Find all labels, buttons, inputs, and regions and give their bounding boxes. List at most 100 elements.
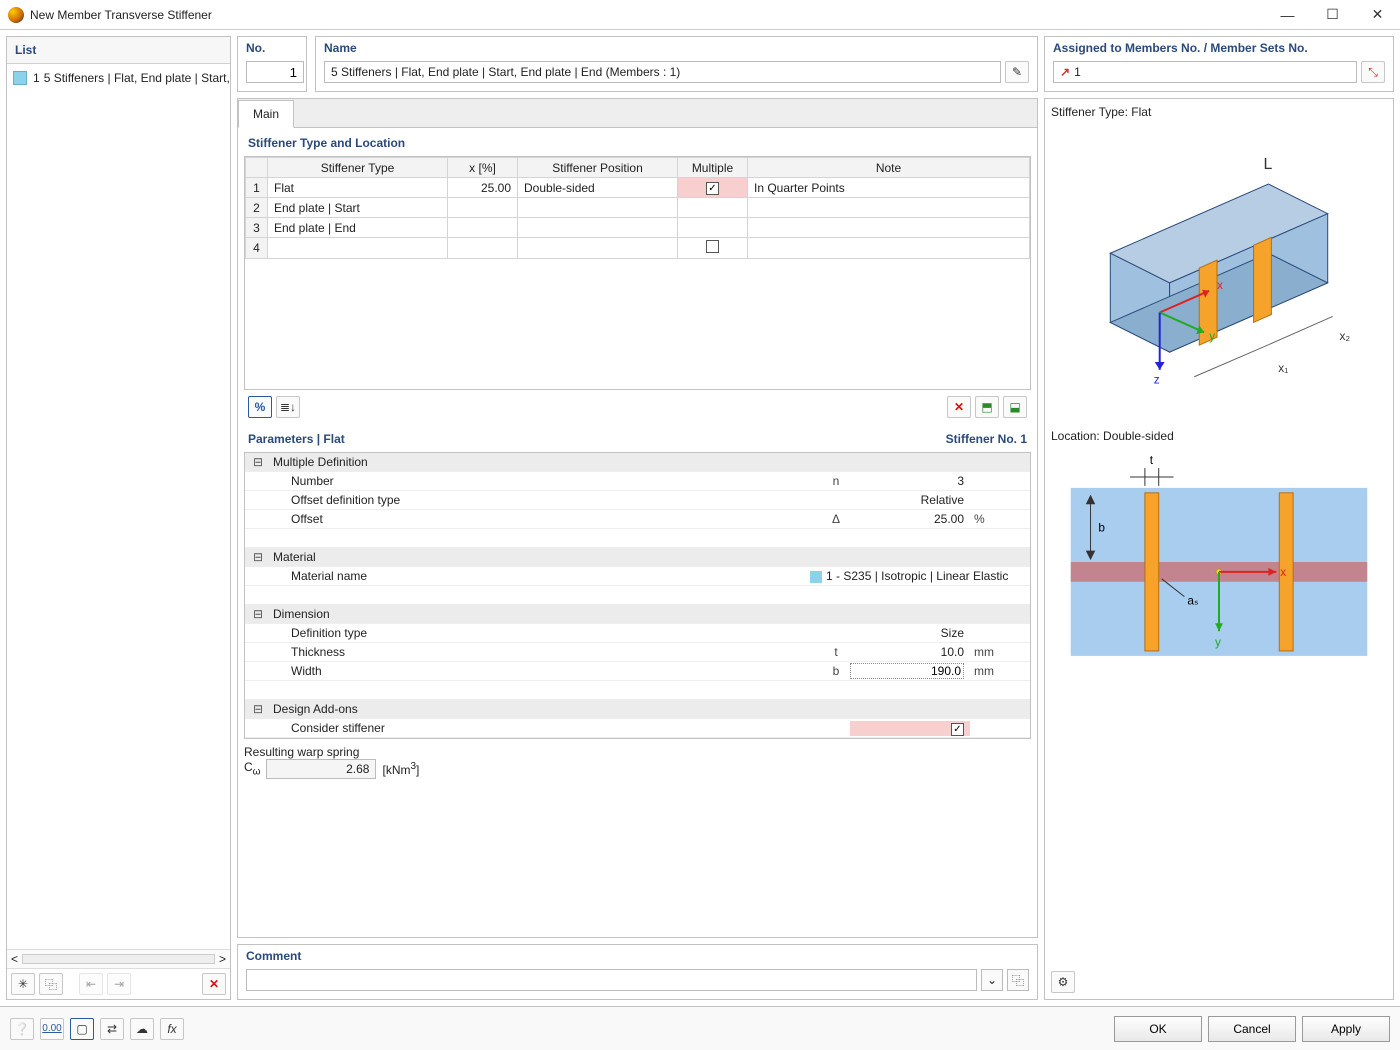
list-hscroll[interactable]: < > <box>7 949 230 968</box>
cell-multiple[interactable] <box>678 178 748 198</box>
collapse-icon[interactable]: ⊟ <box>247 607 269 621</box>
group-multiple[interactable]: ⊟Multiple Definition <box>245 453 1030 472</box>
tab-main[interactable]: Main <box>238 100 294 128</box>
list-body[interactable]: 1 5 Stiffeners | Flat, End plate | Start… <box>7 64 230 949</box>
group-label: Material <box>269 550 822 564</box>
cell-xpct[interactable]: 25.00 <box>448 178 518 198</box>
warp-block: Resulting warp spring Cω 2.68 [kNm3] <box>244 739 1031 779</box>
group-label: Multiple Definition <box>269 455 822 469</box>
window-title: New Member Transverse Stiffener <box>30 8 212 22</box>
shift-right-button[interactable]: ⇥ <box>107 973 131 995</box>
comment-dropdown-button[interactable]: ⌄ <box>981 969 1003 991</box>
scroll-right-icon[interactable]: > <box>219 952 226 966</box>
no-input[interactable] <box>246 61 304 83</box>
minimize-button[interactable]: — <box>1265 0 1310 30</box>
cell-xpct[interactable] <box>448 198 518 218</box>
param-deftype[interactable]: Definition typeSize <box>245 624 1030 643</box>
cancel-button[interactable]: Cancel <box>1208 1016 1296 1042</box>
param-thickness[interactable]: Thicknesst10.0mm <box>245 643 1030 662</box>
checkbox-icon[interactable] <box>706 182 719 195</box>
sort-button[interactable]: ≣↓ <box>276 396 300 418</box>
percent-mode-button[interactable]: % <box>248 396 272 418</box>
collapse-icon[interactable]: ⊟ <box>247 702 269 716</box>
cell-position[interactable]: Double-sided <box>518 178 678 198</box>
units-button[interactable]: 0.00 <box>40 1018 64 1040</box>
comment-pick-button[interactable]: ⿻ <box>1007 969 1029 991</box>
table-row[interactable]: 1 Flat 25.00 Double-sided In Quarter Poi… <box>246 178 1030 198</box>
apply-button[interactable]: Apply <box>1302 1016 1390 1042</box>
cell-type[interactable]: End plate | End <box>268 218 448 238</box>
param-value[interactable]: 10.0 <box>850 645 970 659</box>
cell-note[interactable] <box>748 238 1030 259</box>
preview-settings-button[interactable]: ⚙ <box>1051 971 1075 993</box>
table-row[interactable]: 4 <box>246 238 1030 259</box>
param-value[interactable]: 3 <box>850 474 970 488</box>
new-item-button[interactable]: ✳ <box>11 973 35 995</box>
list-item[interactable]: 1 5 Stiffeners | Flat, End plate | Start… <box>7 68 230 88</box>
import-excel-button[interactable]: ⬒ <box>975 396 999 418</box>
preview-iso: x y z L x₁ x₂ <box>1051 123 1387 423</box>
group-addons[interactable]: ⊟Design Add-ons <box>245 700 1030 719</box>
width-input[interactable] <box>850 663 964 679</box>
cell-multiple[interactable] <box>678 198 748 218</box>
param-value[interactable] <box>850 663 970 679</box>
cell-xpct[interactable] <box>448 238 518 259</box>
delete-item-button[interactable]: ✕ <box>202 973 226 995</box>
param-value[interactable]: 1 - S235 | Isotropic | Linear Elastic <box>810 569 1030 583</box>
delete-row-button[interactable]: ✕ <box>947 396 971 418</box>
table-row[interactable]: 2 End plate | Start <box>246 198 1030 218</box>
view-members-button[interactable]: ⇄ <box>100 1018 124 1040</box>
param-value[interactable] <box>850 721 970 736</box>
param-material-name[interactable]: Material name1 - S235 | Isotropic | Line… <box>245 567 1030 586</box>
param-unit: mm <box>970 664 1030 678</box>
cell-xpct[interactable] <box>448 218 518 238</box>
preview-sec-title: Location: Double-sided <box>1051 429 1387 443</box>
checkbox-icon[interactable] <box>706 240 719 253</box>
shift-left-button[interactable]: ⇤ <box>79 973 103 995</box>
param-consider[interactable]: Consider stiffener <box>245 719 1030 738</box>
duplicate-item-button[interactable]: ⿻ <box>39 973 63 995</box>
dialog-footer: ❔ 0.00 ▢ ⇄ ☁ fx OK Cancel Apply <box>0 1006 1400 1050</box>
formula-button[interactable]: fx <box>160 1018 184 1040</box>
cell-type[interactable]: End plate | Start <box>268 198 448 218</box>
close-button[interactable]: ✕ <box>1355 0 1400 30</box>
group-label: Dimension <box>269 607 822 621</box>
view-global-button[interactable]: ☁ <box>130 1018 154 1040</box>
export-excel-button[interactable]: ⬓ <box>1003 396 1027 418</box>
param-value[interactable]: 25.00 <box>850 512 970 526</box>
name-input[interactable]: 5 Stiffeners | Flat, End plate | Start, … <box>324 61 1001 83</box>
cell-position[interactable] <box>518 238 678 259</box>
cell-note[interactable]: In Quarter Points <box>748 178 1030 198</box>
cell-position[interactable] <box>518 218 678 238</box>
collapse-icon[interactable]: ⊟ <box>247 550 269 564</box>
collapse-icon[interactable]: ⊟ <box>247 455 269 469</box>
cell-note[interactable] <box>748 218 1030 238</box>
ok-button[interactable]: OK <box>1114 1016 1202 1042</box>
cell-note[interactable] <box>748 198 1030 218</box>
param-offset-type[interactable]: Offset definition typeRelative <box>245 491 1030 510</box>
cell-multiple[interactable] <box>678 218 748 238</box>
assigned-input[interactable]: ↗ 1 <box>1053 61 1357 83</box>
maximize-button[interactable]: ☐ <box>1310 0 1355 30</box>
scroll-track[interactable] <box>22 954 215 964</box>
pick-members-button[interactable]: ⤡ <box>1361 61 1385 83</box>
comment-block: Comment ⌄ ⿻ <box>237 944 1038 1000</box>
help-button[interactable]: ❔ <box>10 1018 34 1040</box>
group-material[interactable]: ⊟Material <box>245 548 1030 567</box>
table-row[interactable]: 3 End plate | End <box>246 218 1030 238</box>
param-value[interactable]: Relative <box>850 493 970 507</box>
edit-name-button[interactable]: ✎ <box>1005 61 1029 83</box>
checkbox-icon[interactable] <box>951 723 964 736</box>
cell-position[interactable] <box>518 198 678 218</box>
param-value[interactable]: Size <box>850 626 970 640</box>
scroll-left-icon[interactable]: < <box>11 952 18 966</box>
group-dimension[interactable]: ⊟Dimension <box>245 605 1030 624</box>
comment-input[interactable] <box>246 969 977 991</box>
cell-type[interactable] <box>268 238 448 259</box>
cell-type[interactable]: Flat <box>268 178 448 198</box>
view-3d-button[interactable]: ▢ <box>70 1018 94 1040</box>
param-number[interactable]: Numbern3 <box>245 472 1030 491</box>
param-offset[interactable]: OffsetΔ25.00% <box>245 510 1030 529</box>
cell-multiple[interactable] <box>678 238 748 259</box>
param-width[interactable]: Widthbmm <box>245 662 1030 681</box>
